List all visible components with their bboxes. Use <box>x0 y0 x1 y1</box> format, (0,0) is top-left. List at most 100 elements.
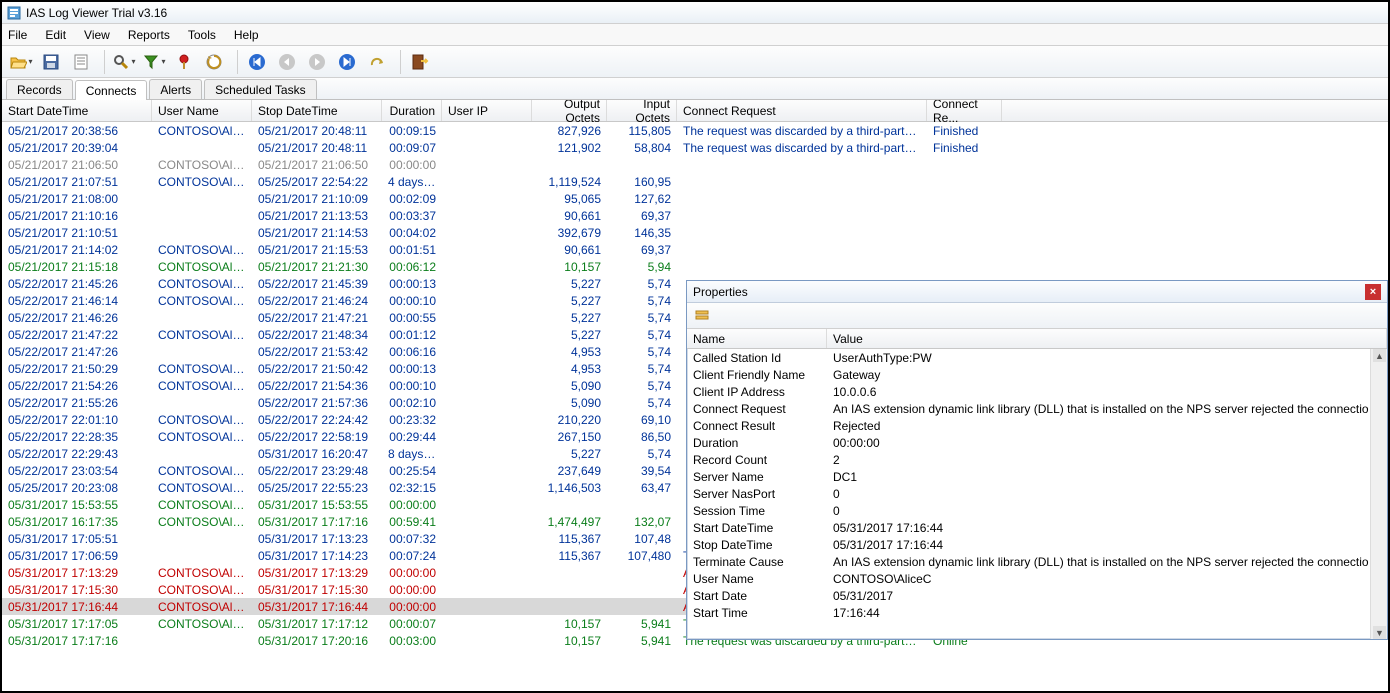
panel-titlebar[interactable]: Properties × <box>687 281 1387 303</box>
cell: 00:00:55 <box>382 311 442 325</box>
table-row[interactable]: 05/21/2017 21:10:1605/21/2017 21:13:5300… <box>2 207 1388 224</box>
scroll-up-icon[interactable]: ▲ <box>1373 349 1386 362</box>
property-row[interactable]: Server NameDC1 <box>687 468 1387 485</box>
panel-col-value[interactable]: Value <box>827 329 1387 348</box>
property-name: Client Friendly Name <box>687 368 827 382</box>
bookmark-button[interactable] <box>171 49 197 75</box>
tab-records[interactable]: Records <box>6 79 73 99</box>
redo-button[interactable] <box>364 49 390 75</box>
property-row[interactable]: Duration00:00:00 <box>687 434 1387 451</box>
table-row[interactable]: 05/21/2017 21:10:5105/21/2017 21:14:5300… <box>2 224 1388 241</box>
col-output-octets[interactable]: Output Octets <box>532 100 607 121</box>
cell: 115,367 <box>532 532 607 546</box>
col-input-octets[interactable]: Input Octets <box>607 100 677 121</box>
table-row[interactable]: 05/21/2017 20:38:56CONTOSO\AliceC05/21/2… <box>2 122 1388 139</box>
nav-first-button[interactable] <box>244 49 270 75</box>
cell: 5,74 <box>607 328 677 342</box>
col-start[interactable]: Start DateTime <box>2 100 152 121</box>
cell: 05/21/2017 21:10:09 <box>252 192 382 206</box>
property-row[interactable]: Start Time17:16:44 <box>687 604 1387 621</box>
cell: 00:06:12 <box>382 260 442 274</box>
table-row[interactable]: 05/21/2017 21:15:18CONTOSO\AliceC05/21/2… <box>2 258 1388 275</box>
cell: 00:02:09 <box>382 192 442 206</box>
scroll-down-icon[interactable]: ▼ <box>1373 626 1386 639</box>
property-row[interactable]: Terminate CauseAn IAS extension dynamic … <box>687 553 1387 570</box>
save-button[interactable] <box>38 49 64 75</box>
property-row[interactable]: Start Date05/31/2017 <box>687 587 1387 604</box>
tab-scheduled[interactable]: Scheduled Tasks <box>204 79 317 99</box>
menu-help[interactable]: Help <box>234 28 259 42</box>
property-row[interactable]: User NameCONTOSO\AliceC <box>687 570 1387 587</box>
table-row[interactable]: 05/21/2017 21:06:50CONTOSO\AliceC05/21/2… <box>2 156 1388 173</box>
cell: 69,10 <box>607 413 677 427</box>
nav-prev-button[interactable] <box>274 49 300 75</box>
cell: 00:00:13 <box>382 277 442 291</box>
menu-view[interactable]: View <box>84 28 110 42</box>
cell: 146,35 <box>607 226 677 240</box>
col-request[interactable]: Connect Request <box>677 100 927 121</box>
menu-file[interactable]: File <box>8 28 27 42</box>
cell: 127,62 <box>607 192 677 206</box>
table-row[interactable]: 05/21/2017 21:08:0005/21/2017 21:10:0900… <box>2 190 1388 207</box>
cell: CONTOSO\AliceC <box>152 464 252 478</box>
col-userip[interactable]: User IP <box>442 100 532 121</box>
menu-tools[interactable]: Tools <box>188 28 216 42</box>
report-button[interactable] <box>68 49 94 75</box>
cell: CONTOSO\AliceC <box>152 328 252 342</box>
table-row[interactable]: 05/21/2017 20:39:0405/21/2017 20:48:1100… <box>2 139 1388 156</box>
table-row[interactable]: 05/21/2017 21:14:02CONTOSO\AliceC05/21/2… <box>2 241 1388 258</box>
property-row[interactable]: Called Station IdUserAuthType:PW <box>687 349 1387 366</box>
cell: CONTOSO\AliceC <box>152 277 252 291</box>
nav-last-button[interactable] <box>334 49 360 75</box>
property-row[interactable]: Client IP Address10.0.0.6 <box>687 383 1387 400</box>
cell: 00:03:37 <box>382 209 442 223</box>
cell: 00:07:24 <box>382 549 442 563</box>
property-value: UserAuthType:PW <box>827 351 1387 365</box>
cell: 8 days 1... <box>382 447 442 461</box>
property-value: An IAS extension dynamic link library (D… <box>827 555 1387 569</box>
col-result[interactable]: Connect Re... <box>927 100 1002 121</box>
cell: 237,649 <box>532 464 607 478</box>
cell: 05/22/2017 21:50:29 <box>2 362 152 376</box>
property-row[interactable]: Connect ResultRejected <box>687 417 1387 434</box>
toolbar-separator <box>400 50 401 74</box>
open-button[interactable]: ▾ <box>8 49 34 75</box>
panel-toolbar <box>687 303 1387 329</box>
cell: CONTOSO\AliceC <box>152 600 252 614</box>
filter-button[interactable]: ▾ <box>141 49 167 75</box>
tab-alerts[interactable]: Alerts <box>149 79 202 99</box>
menu-reports[interactable]: Reports <box>128 28 170 42</box>
cell: CONTOSO\AliceC <box>152 362 252 376</box>
property-row[interactable]: Client Friendly NameGateway <box>687 366 1387 383</box>
property-row[interactable]: Record Count2 <box>687 451 1387 468</box>
panel-categorize-button[interactable] <box>691 305 713 327</box>
cell: 00:00:13 <box>382 362 442 376</box>
cell: 00:04:02 <box>382 226 442 240</box>
cell: CONTOSO\AliceC <box>152 413 252 427</box>
menu-edit[interactable]: Edit <box>45 28 66 42</box>
exit-button[interactable] <box>407 49 433 75</box>
property-row[interactable]: Stop DateTime05/31/2017 17:16:44 <box>687 536 1387 553</box>
search-button[interactable]: ▾ <box>111 49 137 75</box>
col-duration[interactable]: Duration <box>382 100 442 121</box>
property-row[interactable]: Session Time0 <box>687 502 1387 519</box>
col-stop[interactable]: Stop DateTime <box>252 100 382 121</box>
panel-close-button[interactable]: × <box>1365 284 1381 300</box>
property-name: Stop DateTime <box>687 538 827 552</box>
cell: 5,74 <box>607 379 677 393</box>
refresh-button[interactable] <box>201 49 227 75</box>
panel-col-name[interactable]: Name <box>687 329 827 348</box>
col-user[interactable]: User Name <box>152 100 252 121</box>
tab-connects[interactable]: Connects <box>75 80 148 100</box>
cell: 5,941 <box>607 634 677 648</box>
property-row[interactable]: Server NasPort0 <box>687 485 1387 502</box>
property-row[interactable]: Start DateTime05/31/2017 17:16:44 <box>687 519 1387 536</box>
panel-body[interactable]: Called Station IdUserAuthType:PWClient F… <box>687 349 1387 621</box>
cell: 05/22/2017 21:45:39 <box>252 277 382 291</box>
cell: 00:00:07 <box>382 617 442 631</box>
panel-scrollbar[interactable]: ▲ ▼ <box>1370 349 1387 639</box>
cell: 4,953 <box>532 345 607 359</box>
property-row[interactable]: Connect RequestAn IAS extension dynamic … <box>687 400 1387 417</box>
table-row[interactable]: 05/21/2017 21:07:51CONTOSO\AliceC05/25/2… <box>2 173 1388 190</box>
nav-next-button[interactable] <box>304 49 330 75</box>
